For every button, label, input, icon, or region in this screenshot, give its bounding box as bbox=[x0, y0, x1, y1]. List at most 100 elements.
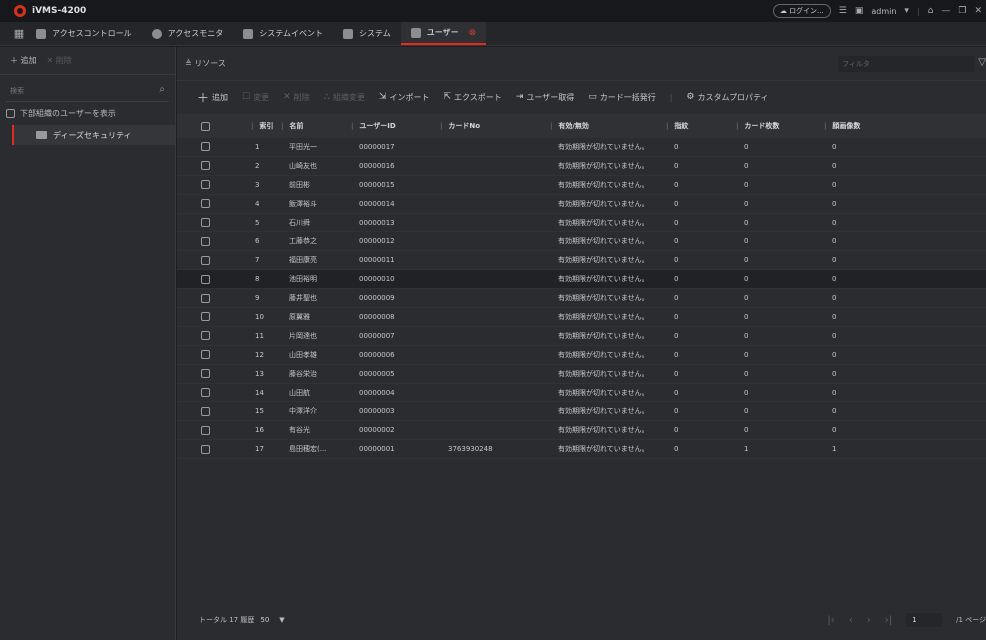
table-row[interactable]: 10 原翼雅 00000008 有効期限が切れていません。 0 0 0 bbox=[177, 308, 986, 327]
cell-card-count: 0 bbox=[744, 294, 749, 303]
cell-user-id: 00000011 bbox=[359, 256, 395, 265]
row-checkbox[interactable] bbox=[201, 293, 210, 303]
prev-page-icon[interactable]: ‹ bbox=[849, 615, 853, 626]
menu-list-icon[interactable]: ☰ bbox=[839, 6, 847, 16]
table-row[interactable]: 1 平田光一 00000017 有効期限が切れていません。 0 0 0 bbox=[177, 138, 986, 157]
button-label: 組織変更 bbox=[332, 92, 365, 102]
cell-fingerprint: 0 bbox=[674, 142, 679, 151]
organization-search-input[interactable]: 検索 ⌕ bbox=[6, 80, 169, 102]
page-size-select[interactable]: 50 bbox=[260, 616, 269, 624]
row-checkbox[interactable] bbox=[201, 331, 210, 341]
page-number-input[interactable]: 1 bbox=[906, 613, 943, 627]
minimize-icon[interactable]: — bbox=[941, 6, 950, 16]
column-header-card-count[interactable]: | カード枚数 bbox=[736, 121, 824, 131]
cell-name: 片岡達也 bbox=[289, 331, 317, 340]
restore-icon[interactable]: ❐ bbox=[958, 6, 966, 16]
table-row[interactable]: 2 山崎友也 00000016 有効期限が切れていません。 0 0 0 bbox=[177, 157, 986, 176]
tab-user[interactable]: ユーザー ⊗ bbox=[400, 22, 487, 45]
row-checkbox[interactable] bbox=[201, 255, 210, 265]
custom-properties-button[interactable]: ⚙ カスタムプロパティ bbox=[686, 92, 768, 103]
last-page-icon[interactable]: ›| bbox=[885, 615, 892, 626]
table-row[interactable]: 8 池田裕明 00000010 有効期限が切れていません。 0 0 0 bbox=[177, 270, 986, 290]
row-checkbox[interactable] bbox=[201, 199, 210, 209]
cell-name: 飯澤裕斗 bbox=[289, 199, 317, 208]
checkbox-icon[interactable] bbox=[6, 109, 15, 118]
chevron-down-icon[interactable]: ▼ bbox=[279, 616, 284, 624]
table-row[interactable]: 3 前田彬 00000015 有効期限が切れていません。 0 0 0 bbox=[177, 176, 986, 195]
next-page-icon[interactable]: › bbox=[867, 615, 871, 626]
table-row[interactable]: 14 山田航 00000004 有効期限が切れていません。 0 0 0 bbox=[177, 384, 986, 403]
row-checkbox[interactable] bbox=[201, 218, 210, 227]
table-row[interactable]: 11 片岡達也 00000007 有効期限が切れていません。 0 0 0 bbox=[177, 327, 986, 346]
user-name[interactable]: admin bbox=[871, 7, 896, 16]
close-icon[interactable]: ✕ bbox=[974, 6, 982, 16]
table-row[interactable]: 16 有谷光 00000002 有効期限が切れていません。 0 0 0 bbox=[177, 421, 986, 441]
header-label: ユーザーID bbox=[359, 122, 396, 130]
row-checkbox[interactable] bbox=[201, 444, 210, 454]
import-button[interactable]: ⇲ インポート bbox=[379, 92, 430, 103]
row-checkbox[interactable] bbox=[201, 312, 210, 322]
get-users-button[interactable]: ⇥ ユーザー取得 bbox=[516, 92, 574, 103]
select-all-checkbox[interactable] bbox=[201, 121, 210, 131]
table-row[interactable]: 7 福田康亮 00000011 有効期限が切れていません。 0 0 0 bbox=[177, 251, 986, 271]
filter-icon[interactable]: ▽ bbox=[978, 57, 986, 68]
monitor-icon bbox=[151, 28, 162, 39]
edit-user-button[interactable]: ☐ 変更 bbox=[242, 92, 269, 103]
table-row[interactable]: 17 島田穂宏(... 00000001 3763930248 有効期限が切れていません… bbox=[177, 440, 986, 460]
add-user-button[interactable]: ＋追加 bbox=[197, 89, 228, 106]
row-checkbox[interactable] bbox=[201, 274, 210, 284]
row-checkbox[interactable] bbox=[201, 388, 210, 398]
row-checkbox[interactable] bbox=[201, 142, 210, 152]
cell-fingerprint: 0 bbox=[674, 199, 679, 208]
screenshot-icon[interactable]: ▣ bbox=[855, 6, 864, 16]
cell-card-count: 0 bbox=[744, 275, 749, 284]
table-row[interactable]: 9 藤井聖也 00000009 有効期限が切れていません。 0 0 0 bbox=[177, 289, 986, 309]
first-page-icon[interactable]: |‹ bbox=[827, 615, 834, 626]
export-button[interactable]: ⇱ エクスポート bbox=[444, 92, 502, 103]
row-checkbox[interactable] bbox=[201, 425, 210, 435]
row-checkbox[interactable] bbox=[201, 180, 210, 190]
row-checkbox[interactable] bbox=[201, 350, 210, 360]
module-grid-icon[interactable]: ▦ bbox=[12, 22, 26, 45]
user-dropdown-icon[interactable]: ▾ bbox=[904, 6, 909, 16]
row-checkbox[interactable] bbox=[201, 406, 210, 416]
row-checkbox[interactable] bbox=[201, 236, 210, 246]
tab-access-control[interactable]: アクセスコントロール bbox=[26, 22, 142, 45]
column-header-name[interactable]: | 名前 bbox=[281, 121, 351, 131]
cell-face-count: 0 bbox=[832, 237, 837, 246]
table-row[interactable]: 13 藤谷栄治 00000005 有効期限が切れていません。 0 0 0 bbox=[177, 365, 986, 384]
column-header-card-no[interactable]: | カードNo bbox=[440, 121, 550, 131]
tab-close-icon[interactable]: ⊗ bbox=[469, 28, 477, 38]
delete-organization-button[interactable]: ✕ 削除 bbox=[47, 55, 72, 66]
column-header-status[interactable]: | 有効/無効 bbox=[550, 121, 666, 131]
row-checkbox[interactable] bbox=[201, 369, 210, 379]
row-checkbox[interactable] bbox=[201, 161, 210, 171]
show-sub-org-checkbox[interactable]: 下部組織のユーザーを表示 bbox=[0, 102, 175, 125]
tab-system-event[interactable]: システムイベント bbox=[233, 22, 333, 45]
table-row[interactable]: 15 中澤洋介 00000003 有効期限が切れていません。 0 0 0 bbox=[177, 402, 986, 422]
column-header-face-count[interactable]: | 顔画像数 bbox=[824, 121, 974, 131]
table-row[interactable]: 5 石川舜 00000013 有効期限が切れていません。 0 0 0 bbox=[177, 214, 986, 233]
login-button[interactable]: ☁ ログイン... bbox=[772, 4, 831, 18]
cell-status: 有効期限が切れていません。 bbox=[558, 199, 649, 208]
change-organization-button[interactable]: ⛬ 組織変更 bbox=[324, 92, 365, 103]
tab-access-monitor[interactable]: アクセスモニタ bbox=[142, 22, 234, 45]
table-row[interactable]: 12 山田孝雄 00000006 有効期限が切れていません。 0 0 0 bbox=[177, 346, 986, 365]
cell-status: 有効期限が切れていません。 bbox=[558, 312, 649, 321]
cell-index: 12 bbox=[255, 350, 264, 359]
filter-input[interactable]: フィルタ bbox=[838, 56, 974, 72]
table-row[interactable]: 4 飯澤裕斗 00000014 有効期限が切れていません。 0 0 0 bbox=[177, 195, 986, 214]
table-row[interactable]: 6 工藤恭之 00000012 有効期限が切れていません。 0 0 0 bbox=[177, 232, 986, 252]
cell-fingerprint: 0 bbox=[674, 180, 679, 189]
lock-icon[interactable]: ⌂ bbox=[928, 6, 934, 16]
column-header-fingerprint[interactable]: | 指紋 bbox=[666, 121, 736, 131]
batch-issue-card-button[interactable]: ▭ カード一括発行 bbox=[588, 92, 656, 103]
org-tree-node[interactable]: ディーズセキュリティ bbox=[12, 125, 175, 145]
column-header-user-id[interactable]: | ユーザーID bbox=[351, 121, 440, 131]
search-icon[interactable]: ⌕ bbox=[159, 84, 165, 95]
delete-user-button[interactable]: ✕ 削除 bbox=[283, 92, 310, 103]
add-organization-button[interactable]: ＋ 追加 bbox=[10, 55, 37, 66]
column-header-index[interactable]: | 索引 bbox=[251, 121, 281, 131]
tab-system[interactable]: システム bbox=[333, 22, 401, 45]
cell-status: 有効期限が切れていません。 bbox=[558, 350, 649, 359]
